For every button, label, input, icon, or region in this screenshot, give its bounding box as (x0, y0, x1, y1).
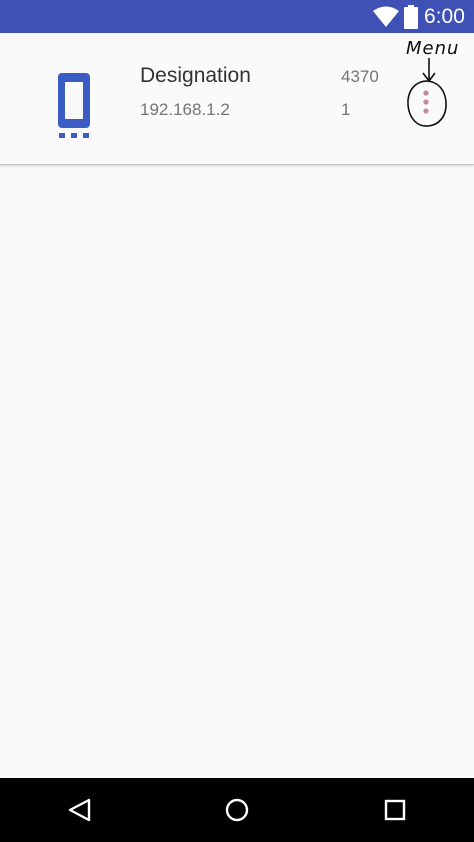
device-ip: 192.168.1.2 (140, 100, 230, 119)
more-vert-icon[interactable] (404, 78, 450, 130)
back-icon[interactable] (60, 790, 100, 830)
device-count: 1 (341, 100, 351, 119)
home-icon[interactable] (217, 790, 257, 830)
battery-icon (404, 5, 418, 29)
status-clock: 6:00 (424, 5, 465, 28)
phone-icon (58, 73, 90, 138)
device-name: Designation (140, 64, 251, 87)
device-port: 4370 (341, 67, 379, 86)
navigation-bar (0, 778, 474, 842)
wifi-icon (373, 6, 399, 27)
list-item[interactable]: Designation 192.168.1.2 4370 1 (0, 33, 474, 165)
status-bar: 6:00 (0, 0, 474, 33)
recent-apps-icon[interactable] (375, 790, 415, 830)
